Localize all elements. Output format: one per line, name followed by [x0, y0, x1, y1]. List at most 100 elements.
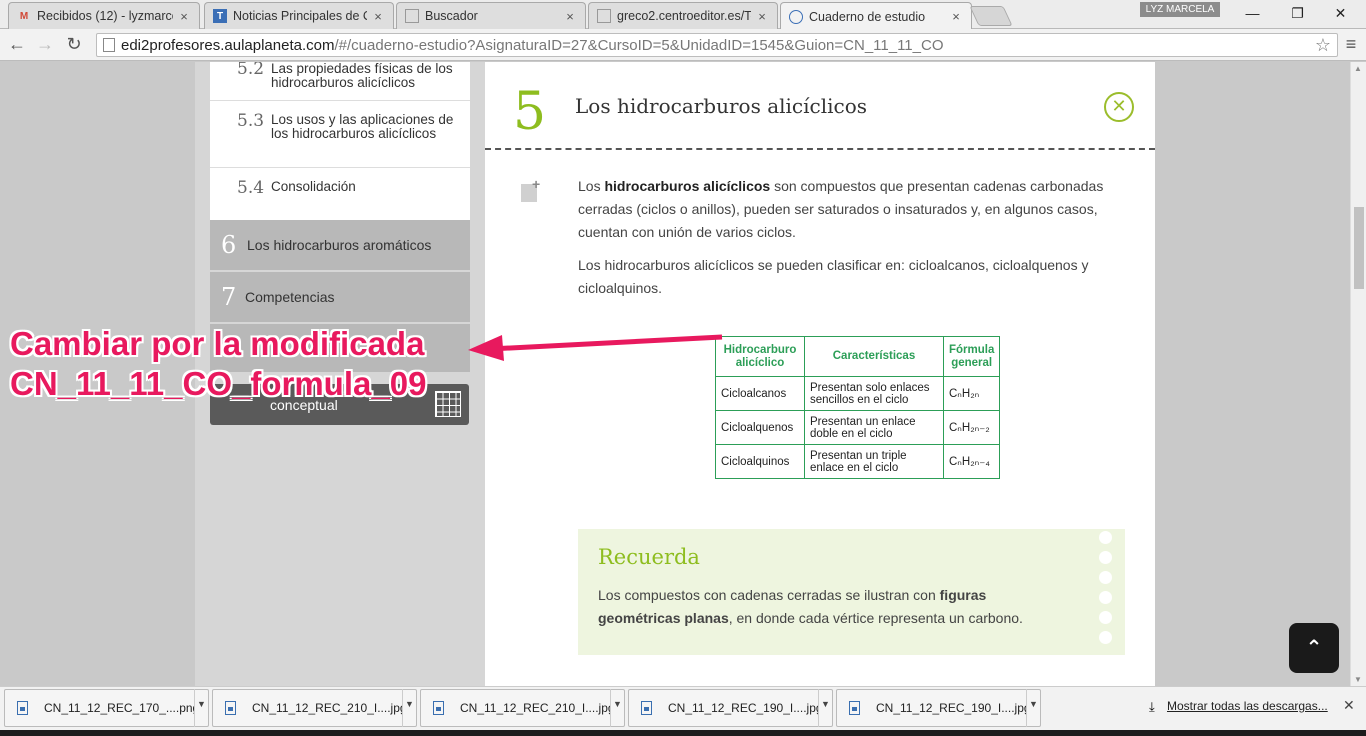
tab-gmail[interactable]: M Recibidos (12) - lyzmarcel × [8, 2, 200, 29]
page-icon [103, 38, 115, 52]
table-cell: Cicloalquenos [715, 410, 805, 445]
chapter-number: 5 [513, 82, 547, 142]
download-item[interactable]: CN_11_12_REC_190_I....jpg ▼ [836, 689, 1041, 727]
download-filename: CN_11_12_REC_190_I....jpg [876, 701, 1026, 715]
scroll-up-arrow-icon[interactable]: ▲ [1354, 64, 1362, 73]
address-bar[interactable]: edi2profesores.aulaplaneta.com/#/cuadern… [96, 33, 1338, 57]
toc-subitem-5-3[interactable]: 5.3 Los usos y las aplicaciones de los h… [210, 101, 470, 168]
grid-icon [435, 391, 461, 417]
close-icon[interactable]: × [949, 9, 963, 24]
browser-toolbar: ← → ↻ edi2profesores.aulaplaneta.com/#/c… [0, 29, 1366, 61]
plus-icon: + [532, 176, 541, 192]
close-chapter-icon[interactable]: ✕ [1104, 92, 1134, 122]
image-file-icon [641, 701, 652, 715]
table-row: Cicloalcanos Presentan solo enlaces senc… [715, 376, 1001, 411]
table-header: Características [804, 336, 944, 377]
binder-dots [1099, 531, 1113, 651]
table-cell: Cicloalquinos [715, 444, 805, 479]
download-item[interactable]: CN_11_12_REC_190_I....jpg ▼ [628, 689, 833, 727]
tab-noticias[interactable]: T Noticias Principales de Co × [204, 2, 394, 29]
close-icon[interactable]: × [755, 9, 769, 24]
tab-title: Recibidos (12) - lyzmarcel [37, 9, 173, 23]
chapter-title: Los hidrocarburos alicíclicos [575, 94, 868, 118]
close-icon[interactable]: × [371, 9, 385, 24]
recuerda-text: Los compuestos con cadenas cerradas se i… [598, 584, 1068, 630]
toc-item-6[interactable]: 6 Los hidrocarburos aromáticos [210, 220, 470, 272]
toc-item-7[interactable]: 7 Competencias [210, 272, 470, 324]
chevron-down-icon[interactable]: ▼ [610, 689, 624, 727]
image-file-icon [849, 701, 860, 715]
toc-subitem-number: 5.4 [237, 178, 265, 198]
table-cell: Presentan un triple enlace en el ciclo [804, 444, 944, 479]
content-panel: 5 Los hidrocarburos alicíclicos ✕ + Los … [485, 62, 1155, 686]
annotation-line-2: CN_11_11_CO_formula_09 [10, 365, 427, 402]
recuerda-text-end: , en donde cada vértice representa un ca… [728, 610, 1023, 626]
gmail-icon: M [19, 10, 29, 22]
user-badge[interactable]: LYZ MARCELA [1140, 2, 1220, 17]
download-filename: CN_11_12_REC_210_I....jpg [460, 701, 610, 715]
tab-title: Buscador [425, 9, 478, 23]
download-item[interactable]: CN_11_12_REC_210_I....jpg ▼ [212, 689, 417, 727]
back-arrow-icon[interactable]: ← [5, 33, 29, 55]
scrollbar-thumb[interactable] [1354, 207, 1364, 289]
formula-cell: CₙH₂ₙ₋₄ [942, 444, 1001, 479]
image-file-icon [17, 701, 28, 715]
scroll-to-top-button[interactable]: ⌃ [1289, 623, 1339, 673]
tab-buscador[interactable]: Buscador × [396, 2, 586, 29]
tab-title: greco2.centroeditor.es/Te [617, 9, 751, 23]
toc-item-label: Los hidrocarburos aromáticos [247, 237, 432, 253]
recuerda-text-start: Los compuestos con cadenas cerradas se i… [598, 587, 940, 603]
chapter-header: 5 Los hidrocarburos alicíclicos ✕ [485, 62, 1155, 150]
tab-greco[interactable]: greco2.centroeditor.es/Te × [588, 2, 778, 29]
chevron-down-icon[interactable]: ▼ [194, 689, 208, 727]
download-shelf: CN_11_12_REC_170_....png ▼ CN_11_12_REC_… [0, 686, 1366, 736]
taskbar [0, 730, 1366, 736]
reload-icon[interactable]: ↻ [62, 33, 86, 55]
chevron-down-icon[interactable]: ▼ [1026, 689, 1040, 727]
toc-item-label: Competencias [245, 289, 335, 305]
toc-subitem-number: 5.3 [237, 111, 265, 131]
table-row: Cicloalquenos Presentan un enlace doble … [715, 410, 1001, 445]
recuerda-box: Recuerda Los compuestos con cadenas cerr… [578, 529, 1125, 655]
close-icon[interactable]: × [177, 9, 191, 24]
url-text[interactable]: edi2profesores.aulaplaneta.com/#/cuadern… [121, 37, 944, 54]
download-item[interactable]: CN_11_12_REC_170_....png ▼ [4, 689, 209, 727]
table-cell: Presentan solo enlaces sencillos en el c… [804, 376, 944, 411]
download-item[interactable]: CN_11_12_REC_210_I....jpg ▼ [420, 689, 625, 727]
page-scrollbar[interactable]: ▲ ▼ [1350, 62, 1366, 686]
intro-paragraph: Los hidrocarburos alicíclicos son compue… [578, 175, 1113, 244]
forward-arrow-icon[interactable]: → [33, 33, 57, 55]
table-header-row: Hidrocarburo alicíclico Características … [715, 336, 1001, 377]
news-icon: T [213, 9, 227, 23]
table-row: Cicloalquinos Presentan un triple enlace… [715, 444, 1001, 479]
show-all-downloads-link[interactable]: Mostrar todas las descargas... [1167, 699, 1328, 713]
tab-title: Noticias Principales de Co [233, 9, 367, 23]
window-close-button[interactable]: ✕ [1318, 2, 1363, 24]
chevron-down-icon[interactable]: ▼ [818, 689, 832, 727]
maximize-button[interactable]: ❐ [1275, 2, 1320, 24]
toc-subitem-5-4[interactable]: 5.4 Consolidación [210, 168, 470, 220]
chevron-down-icon[interactable]: ▼ [402, 689, 416, 727]
toc-subitem-number: 5.2 [237, 62, 265, 79]
close-icon[interactable]: ✕ [1343, 697, 1355, 714]
scroll-down-arrow-icon[interactable]: ▼ [1354, 675, 1362, 684]
new-tab-button[interactable] [969, 6, 1013, 26]
page-icon [597, 9, 611, 23]
toc-subitem-5-2[interactable]: 5.2 Las propiedades físicas de los hidro… [210, 62, 470, 101]
hydrocarbon-table: Hidrocarburo alicíclico Características … [715, 336, 1001, 479]
tab-title: Cuaderno de estudio [809, 9, 926, 24]
download-icon: ⤓ [1149, 699, 1155, 714]
tab-cuaderno[interactable]: Cuaderno de estudio × [780, 2, 972, 30]
close-icon[interactable]: × [563, 9, 577, 24]
annotation-line-1: Cambiar por la modificada [10, 325, 425, 362]
toc-item-number: 7 [221, 283, 237, 311]
annotation-arrow [468, 334, 723, 361]
download-filename: CN_11_12_REC_190_I....jpg [668, 701, 818, 715]
formula-cell: CₙH₂ₙ [942, 376, 1001, 411]
tab-strip: M Recibidos (12) - lyzmarcel × T Noticia… [0, 0, 1366, 30]
formula-cell: CₙH₂ₙ₋₂ [942, 410, 1001, 445]
minimize-button[interactable]: — [1230, 2, 1275, 24]
table-cell: Cicloalcanos [715, 376, 805, 411]
bookmark-star-icon[interactable]: ☆ [1315, 35, 1331, 56]
menu-icon[interactable]: ≡ [1342, 35, 1360, 53]
